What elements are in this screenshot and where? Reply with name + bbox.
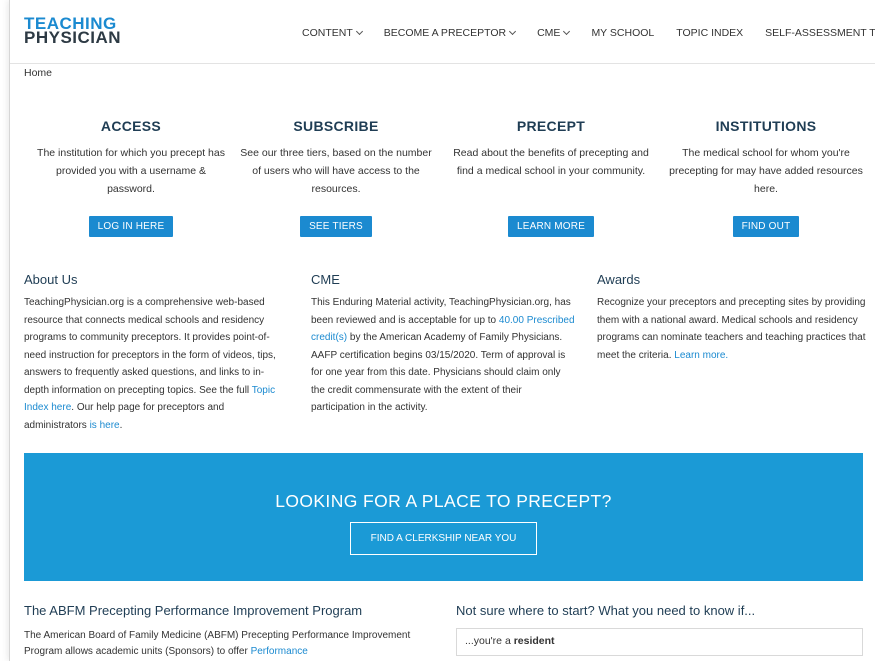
section-title: About Us xyxy=(24,272,78,287)
find-clerkship-button[interactable]: FIND A CLERKSHIP NEAR YOU xyxy=(349,522,538,555)
accordion-item-resident[interactable]: ...you're a resident xyxy=(456,628,863,656)
feature-title: SUBSCRIBE xyxy=(293,118,379,134)
breadcrumb[interactable]: Home xyxy=(24,67,52,79)
feature-text: The institution for which you precept ha… xyxy=(37,147,225,195)
find-out-button[interactable]: FIND OUT xyxy=(732,216,800,237)
feature-title: ACCESS xyxy=(100,118,162,134)
site-header: TEACHING PHYSICIAN CONTENT BECOME A PREC… xyxy=(10,0,875,64)
main-nav: CONTENT BECOME A PRECEPTOR CME MY SCHOOL… xyxy=(302,27,875,39)
learn-more-button[interactable]: LEARN MORE xyxy=(507,216,595,237)
nav-item-become-a-preceptor[interactable]: BECOME A PRECEPTOR xyxy=(383,27,517,39)
nav-item-label: MY SCHOOL xyxy=(591,27,655,39)
performance-link[interactable]: Performance xyxy=(251,646,308,657)
about-text-part: TeachingPhysician.org is a comprehensive… xyxy=(24,297,276,396)
feature-title: INSTITUTIONS xyxy=(715,118,817,134)
nav-item-topic-index[interactable]: TOPIC INDEX xyxy=(676,27,743,39)
about-text: TeachingPhysician.org is a comprehensive… xyxy=(24,294,289,434)
see-tiers-button[interactable]: SEE TIERS xyxy=(300,216,372,237)
feature-text: The medical school for whom you're prece… xyxy=(669,147,863,195)
feature-precept: PRECEPT Read about the benefits of prece… xyxy=(451,118,651,237)
need-to-know-section: Not sure where to start? What you need t… xyxy=(456,603,863,656)
precept-banner: LOOKING FOR A PLACE TO PRECEPT? FIND A C… xyxy=(24,453,863,581)
section-title: The ABFM Precepting Performance Improvem… xyxy=(24,603,363,618)
site-logo[interactable]: TEACHING PHYSICIAN xyxy=(24,15,122,47)
cme-text-part: by the American Academy of Family Physic… xyxy=(311,332,566,413)
nav-item-my-school[interactable]: MY SCHOOL xyxy=(591,27,654,39)
log-in-button[interactable]: LOG IN HERE xyxy=(88,216,174,237)
section-title: Awards xyxy=(597,272,641,287)
logo-line-2: PHYSICIAN xyxy=(24,28,122,47)
cme-text: This Enduring Material activity, Teachin… xyxy=(311,294,576,417)
abfm-text: The American Board of Family Medicine (A… xyxy=(24,628,424,660)
section-title: CME xyxy=(311,272,340,287)
nav-item-self-assessment-tool[interactable]: SELF-ASSESSMENT TOOL xyxy=(765,27,875,39)
nav-item-cme[interactable]: CME xyxy=(537,27,571,39)
abfm-text-part: The American Board of Family Medicine (A… xyxy=(24,630,411,657)
banner-title: LOOKING FOR A PLACE TO PRECEPT? xyxy=(275,491,612,511)
nav-item-label: SELF-ASSESSMENT TOOL xyxy=(765,27,875,39)
about-us-section: About Us TeachingPhysician.org is a comp… xyxy=(24,272,289,434)
nav-item-label: TOPIC INDEX xyxy=(676,27,744,39)
feature-institutions: INSTITUTIONS The medical school for whom… xyxy=(666,118,866,237)
nav-item-content[interactable]: CONTENT xyxy=(302,27,363,39)
feature-text: Read about the benefits of precepting an… xyxy=(453,147,649,177)
accordion-label: resident xyxy=(513,635,555,647)
cme-section: CME This Enduring Material activity, Tea… xyxy=(311,272,576,417)
awards-text-part: Recognize your preceptors and precepting… xyxy=(597,297,866,361)
feature-access: ACCESS The institution for which you pre… xyxy=(31,118,231,237)
accordion-prefix: ...you're a xyxy=(465,635,514,647)
feature-subscribe: SUBSCRIBE See our three tiers, based on … xyxy=(236,118,436,237)
awards-section: Awards Recognize your preceptors and pre… xyxy=(597,272,867,364)
feature-text: See our three tiers, based on the number… xyxy=(240,147,432,195)
chevron-down-icon xyxy=(355,27,363,36)
chevron-down-icon xyxy=(563,27,571,36)
awards-text: Recognize your preceptors and precepting… xyxy=(597,294,867,364)
nav-item-label: CME xyxy=(537,27,561,39)
abfm-section: The ABFM Precepting Performance Improvem… xyxy=(24,603,424,660)
nav-item-label: BECOME A PRECEPTOR xyxy=(383,27,507,39)
awards-learn-more-link[interactable]: Learn more. xyxy=(674,350,728,361)
page: TEACHING PHYSICIAN CONTENT BECOME A PREC… xyxy=(9,0,875,661)
about-text-part: . xyxy=(119,419,123,431)
help-page-link[interactable]: is here xyxy=(90,420,120,431)
nav-item-label: CONTENT xyxy=(302,27,353,39)
chevron-down-icon xyxy=(509,27,517,36)
section-title: Not sure where to start? What you need t… xyxy=(456,603,756,618)
feature-title: PRECEPT xyxy=(516,118,586,134)
